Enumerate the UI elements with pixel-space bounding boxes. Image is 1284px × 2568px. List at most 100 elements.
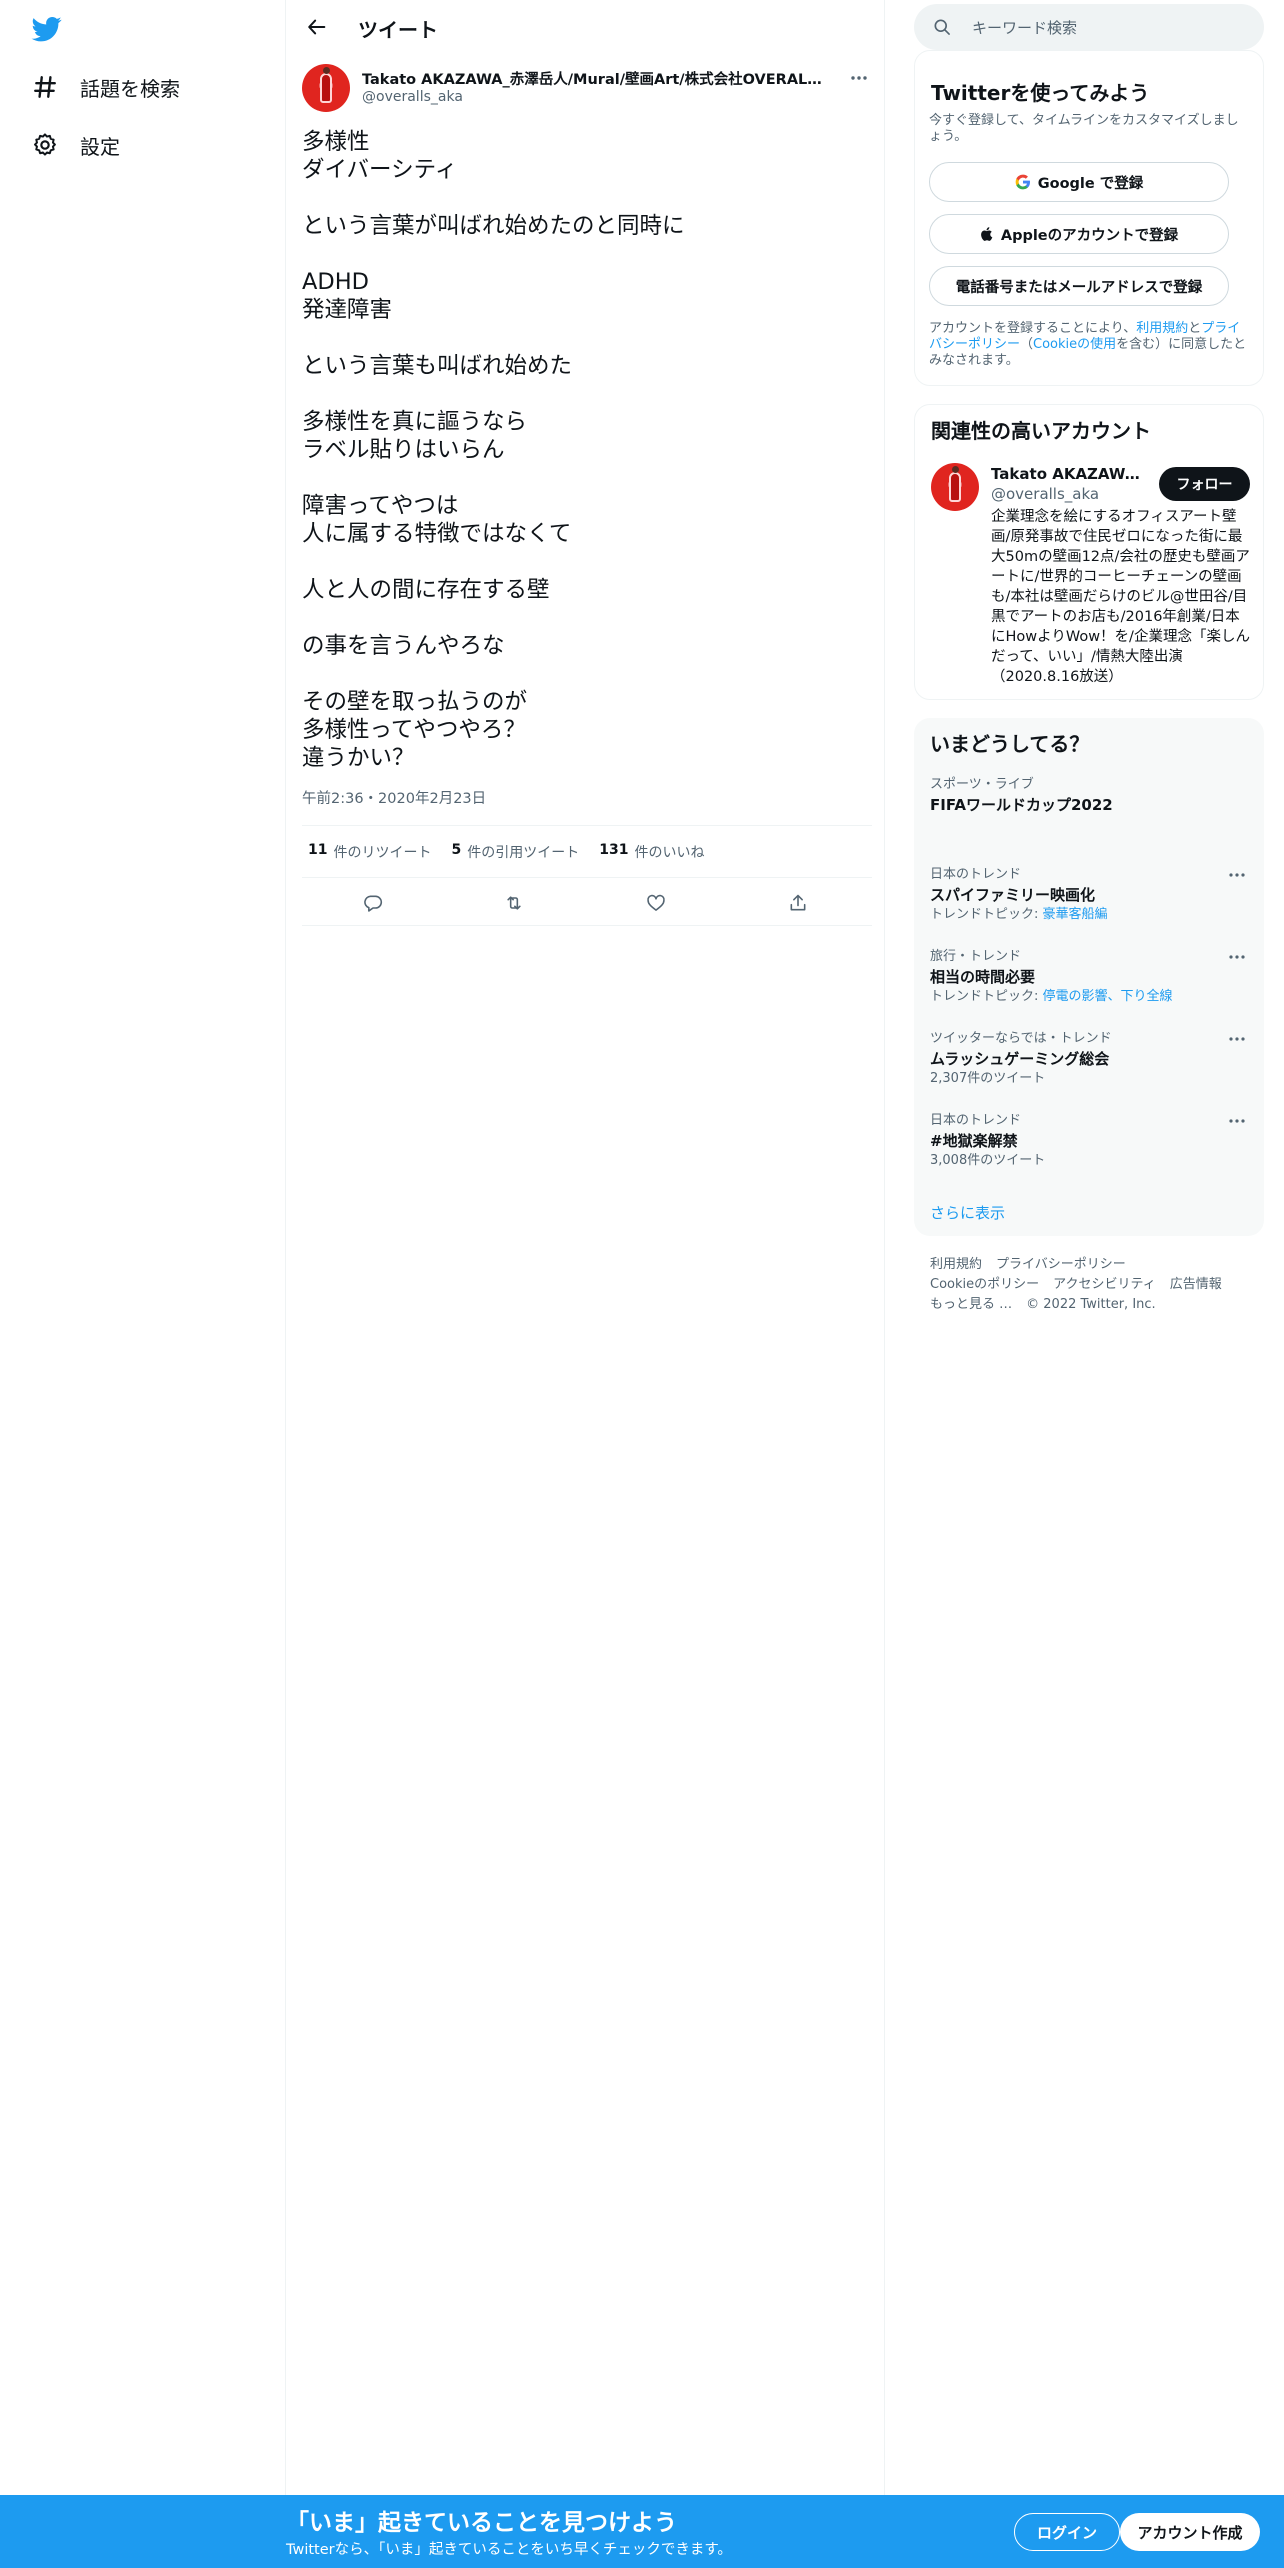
nav-explore-label: 話題を検索 <box>80 76 180 101</box>
trend-more-icon[interactable] <box>1226 866 1248 884</box>
trend-name: FIFAワールドカップ2022 <box>930 796 1113 814</box>
tweet-line: 発達障害 <box>302 297 393 323</box>
retweets-count: 11 <box>308 841 328 858</box>
author-handle[interactable]: @overalls_aka <box>362 89 463 105</box>
cookie-link[interactable]: Cookieの使用 <box>1033 337 1116 352</box>
author-avatar[interactable] <box>302 64 350 112</box>
tweet-line: 人と人の間に存在する壁 <box>302 577 550 603</box>
tweet-timestamp[interactable]: 午前2:36・2020年2月23日 <box>302 787 486 808</box>
trend-category: ツイッターならでは・トレンド <box>930 1031 1112 1046</box>
trend-more-icon[interactable] <box>1226 948 1248 966</box>
trend-item[interactable]: スポーツ・ライブ FIFAワールドカップ2022 <box>930 776 1248 816</box>
trend-more-icon[interactable] <box>1226 1112 1248 1130</box>
bottom-signup-banner: 「いま」起きていることを見つけよう Twitterなら、「いま」起きていることを… <box>0 2495 1284 2568</box>
likes-label: 件のいいね <box>634 844 705 861</box>
main-column: ツイート Takato AKAZAWA_赤澤岳人/Mural/壁画Art/株式会… <box>285 0 885 2495</box>
gear-icon <box>28 128 62 162</box>
retweets-stat[interactable]: 11 件のリツイート <box>308 842 431 862</box>
tweet-stats: 11 件のリツイート 5 件の引用ツイート 131 件のいいね <box>302 825 872 878</box>
trend-sub-prefix: 2,307件のツイート <box>930 1071 1046 1086</box>
footer-link[interactable]: Cookieのポリシー <box>930 1277 1039 1292</box>
google-signup-button[interactable]: Google で登録 <box>929 162 1229 202</box>
retweet-icon[interactable] <box>501 890 527 916</box>
search-icon <box>932 17 952 37</box>
terms-link[interactable]: 利用規約 <box>1136 321 1188 336</box>
trend-item[interactable]: 日本のトレンド #地獄楽解禁 3,008件のツイート <box>930 1112 1248 1170</box>
trends-title: いまどうしてる？ <box>930 732 1090 756</box>
trend-topic-link[interactable]: 停電の影響、下り全線 <box>1043 989 1173 1004</box>
author-name[interactable]: Takato AKAZAWA_赤澤岳人/Mural/壁画Art/株式会社OVER… <box>362 68 830 89</box>
phone-email-signup-button[interactable]: 電話番号またはメールアドレスで登録 <box>929 266 1229 306</box>
hashtag-icon <box>28 70 62 104</box>
trend-item[interactable]: 旅行・トレンド 相当の時間必要トレンドトピック: 停電の影響、下り全線 <box>930 948 1248 1006</box>
nav-explore[interactable]: 話題を検索 <box>28 65 180 109</box>
footer-link: © 2022 Twitter, Inc. <box>1026 1297 1156 1312</box>
show-more-link[interactable]: さらに表示 <box>930 1202 1005 1223</box>
tweet-line: 障害ってやつは <box>302 493 459 519</box>
apple-logo-icon <box>980 226 994 242</box>
back-arrow-icon[interactable] <box>300 10 334 44</box>
quotes-label: 件の引用ツイート <box>467 844 580 861</box>
tweet-line: という言葉も叫ばれ始めた <box>302 353 573 379</box>
login-button[interactable]: ログイン <box>1014 2513 1120 2551</box>
related-title: 関連性の高いアカウント <box>931 419 1151 443</box>
nav-settings-label: 設定 <box>80 134 120 159</box>
trend-name: スパイファミリー映画化 <box>930 886 1096 904</box>
related-avatar[interactable] <box>931 463 979 511</box>
trend-sub-prefix: 3,008件のツイート <box>930 1153 1046 1168</box>
phone-email-signup-label: 電話番号またはメールアドレスで登録 <box>955 279 1203 296</box>
trend-topic-link[interactable]: 豪華客船編 <box>1043 907 1108 922</box>
banner-subtitle: Twitterなら、「いま」起きていることをいち早くチェックできます。 <box>286 2542 732 2558</box>
create-account-button[interactable]: アカウント作成 <box>1120 2513 1260 2551</box>
legal-text-1: アカウントを登録することにより、 <box>929 321 1137 336</box>
google-signup-label: Google で登録 <box>1037 175 1144 192</box>
footer-links: 利用規約 プライバシーポリシー Cookieのポリシー アクセシビリティ 広告情報もっと… <box>930 1255 1250 1315</box>
footer-link[interactable]: プライバシーポリシー <box>996 1257 1126 1272</box>
reply-icon[interactable] <box>360 890 386 916</box>
follow-button[interactable]: フォロー <box>1159 467 1250 501</box>
trend-more-icon[interactable] <box>1226 1030 1248 1048</box>
trend-subtext: トレンドトピック: 豪華客船編 <box>930 906 1248 924</box>
google-logo-icon <box>1015 174 1031 190</box>
twitter-bird-icon[interactable] <box>30 14 64 44</box>
footer-link[interactable]: もっと見る … <box>930 1297 1012 1312</box>
tweet-text: 多様性 ダイバーシティ という言葉が叫ばれ始めたのと同時に ADHD 発達障害 という言葉… <box>302 128 872 772</box>
trend-subtext: トレンドトピック: 停電の影響、下り全線 <box>930 988 1248 1006</box>
trend-item[interactable]: 日本のトレンド スパイファミリー映画化 トレンドトピック: 豪華客船編 <box>930 866 1248 924</box>
nav-settings[interactable]: 設定 <box>28 123 120 167</box>
related-handle[interactable]: @overalls_aka <box>991 485 1099 503</box>
related-name[interactable]: Takato AKAZAWA_赤澤岳人/Mural/壁画Art <box>991 463 1151 484</box>
trend-name: ムラッシュゲーミング総会 <box>930 1050 1110 1068</box>
footer-link[interactable]: 利用規約 <box>930 1257 982 1272</box>
trend-category: 旅行・トレンド <box>930 949 1022 964</box>
legal-and: と <box>1188 321 1202 336</box>
trend-subtext: 2,307件のツイート <box>930 1070 1248 1088</box>
footer-link[interactable]: アクセシビリティ <box>1053 1277 1156 1292</box>
left-navigation: 話題を検索 設定 <box>0 0 285 2568</box>
legal-paren: （ <box>1020 337 1034 352</box>
trend-item[interactable]: ツイッターならでは・トレンド ムラッシュゲーミング総会 2,307件のツイート <box>930 1030 1248 1088</box>
likes-stat[interactable]: 131 件のいいね <box>599 842 704 862</box>
tweet-line: 人に属する特徴ではなくて <box>302 521 572 547</box>
trend-name: 相当の時間必要 <box>930 968 1036 986</box>
footer-link[interactable]: 広告情報 <box>1170 1277 1222 1292</box>
search-input[interactable]: キーワード検索 <box>914 4 1264 50</box>
apple-signup-button[interactable]: Appleのアカウントで登録 <box>929 214 1229 254</box>
more-options-icon[interactable] <box>846 68 872 88</box>
quotes-stat[interactable]: 5 件の引用ツイート <box>451 842 579 862</box>
like-heart-icon[interactable] <box>643 890 669 916</box>
tweet-actions <box>302 878 872 926</box>
tweet-line: 多様性を真に謳うなら <box>302 409 528 435</box>
search-placeholder: キーワード検索 <box>972 19 1078 37</box>
tweet-header: ツイート <box>286 0 884 54</box>
tweet-line: の事を言うんやろな <box>302 633 505 659</box>
tweet-line: ダイバーシティ <box>302 157 458 183</box>
signup-card: Twitterを使ってみよう 今すぐ登録して、タイムラインをカスタマイズしましょ… <box>914 50 1264 386</box>
page-title: ツイート <box>358 18 438 42</box>
trend-sub-prefix: トレンドトピック: <box>930 907 1043 922</box>
share-icon[interactable] <box>785 890 811 916</box>
